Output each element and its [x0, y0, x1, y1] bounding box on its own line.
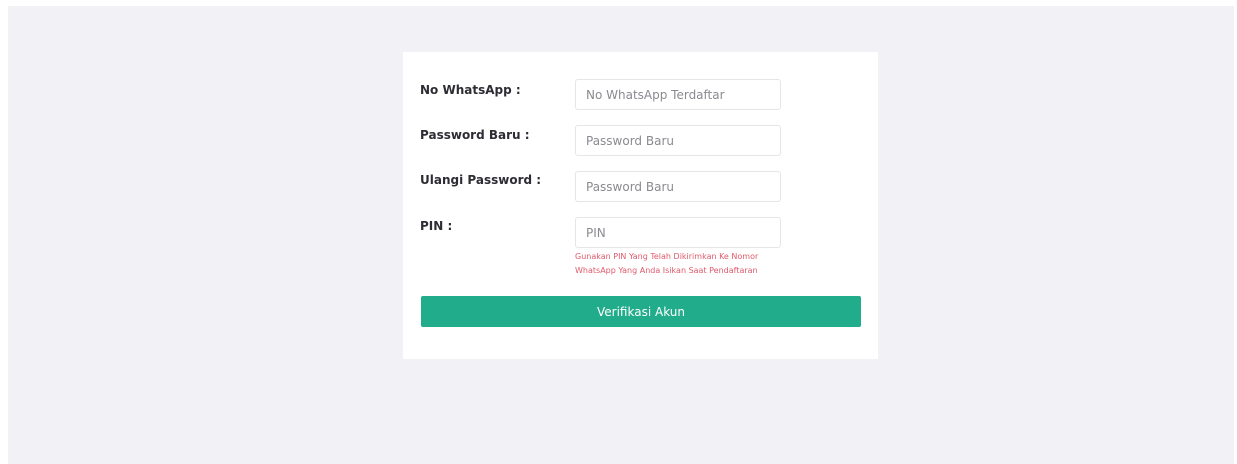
whatsapp-label: No WhatsApp :	[420, 83, 521, 97]
pin-input[interactable]	[575, 217, 781, 248]
new-password-label: Password Baru :	[420, 128, 530, 142]
whatsapp-input[interactable]	[575, 79, 781, 110]
verify-account-button[interactable]: Verifikasi Akun	[421, 296, 861, 327]
pin-help-line: WhatsApp Yang Anda Isikan Saat Pendaftar…	[575, 266, 758, 275]
verification-form-card: No WhatsApp : Password Baru : Ulangi Pas…	[403, 52, 878, 359]
new-password-input[interactable]	[575, 125, 781, 156]
pin-help-line: Gunakan PIN Yang Telah Dikirimkan Ke Nom…	[575, 252, 759, 261]
page-background: No WhatsApp : Password Baru : Ulangi Pas…	[8, 6, 1234, 464]
repeat-password-input[interactable]	[575, 171, 781, 202]
pin-help-text: Gunakan PIN Yang Telah Dikirimkan Ke Nom…	[575, 250, 815, 278]
repeat-password-label: Ulangi Password :	[420, 173, 542, 187]
pin-label: PIN :	[420, 219, 453, 233]
